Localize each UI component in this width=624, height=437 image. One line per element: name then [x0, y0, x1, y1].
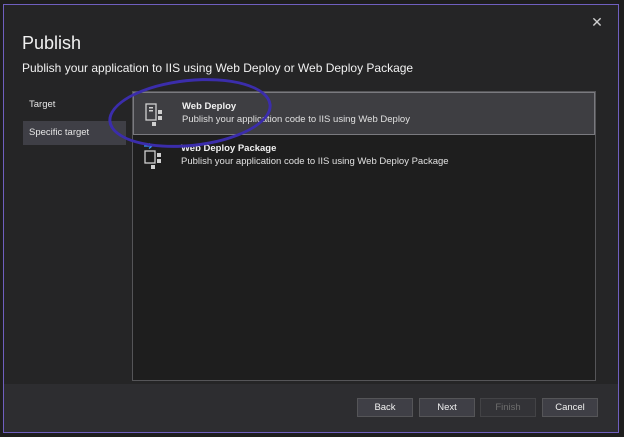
- web-deploy-package-icon: [144, 143, 161, 169]
- next-button[interactable]: Next: [419, 398, 475, 417]
- finish-button: Finish: [480, 398, 536, 417]
- dialog-subtitle: Publish your application to IIS using We…: [22, 61, 414, 75]
- nav-item-specific-target[interactable]: Specific target: [23, 121, 126, 145]
- step-nav: Target Specific target: [23, 93, 126, 149]
- option-description: Publish your application code to IIS usi…: [182, 114, 410, 125]
- dialog-title: Publish: [22, 33, 82, 53]
- web-deploy-icon: [145, 103, 162, 126]
- publish-dialog: ✕ Publish Publish your application to II…: [3, 4, 619, 433]
- nav-item-target[interactable]: Target: [23, 93, 126, 117]
- close-icon[interactable]: ✕: [588, 13, 606, 31]
- option-web-deploy[interactable]: Web Deploy Publish your application code…: [133, 92, 595, 135]
- option-web-deploy-package[interactable]: Web Deploy Package Publish your applicat…: [133, 135, 595, 178]
- option-description: Publish your application code to IIS usi…: [181, 156, 449, 167]
- cancel-button[interactable]: Cancel: [542, 398, 598, 417]
- back-button[interactable]: Back: [357, 398, 413, 417]
- target-options-list: Web Deploy Publish your application code…: [132, 91, 596, 381]
- dialog-footer: Back Next Finish Cancel: [4, 384, 618, 432]
- option-title: Web Deploy: [182, 101, 237, 112]
- option-title: Web Deploy Package: [181, 143, 277, 154]
